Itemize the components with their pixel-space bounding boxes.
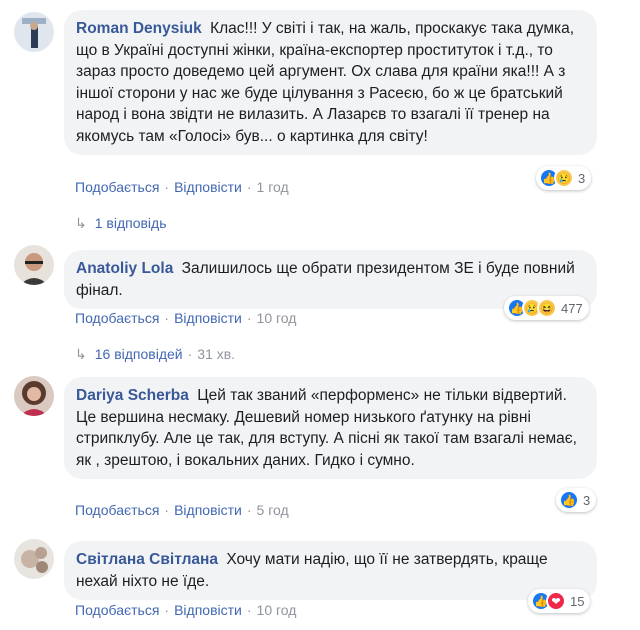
comment-bubble: Dariya Scherba Цей так званий «перформен… <box>64 377 597 479</box>
reaction-count: 15 <box>570 593 585 609</box>
comment-author[interactable]: Roman Denysiuk <box>76 20 202 37</box>
reply-link[interactable]: Відповісти <box>174 179 242 195</box>
comment-author[interactable]: Dariya Scherba <box>76 387 189 404</box>
reactions-badge[interactable]: 👍 😢 3 <box>536 166 592 190</box>
comment-bubble: Світлана Світлана Хочу мати надію, що її… <box>64 541 597 600</box>
view-replies-link[interactable]: ↳ 1 відповідь <box>75 215 167 232</box>
avatar[interactable] <box>14 245 54 285</box>
comment-time[interactable]: 1 год <box>257 179 289 195</box>
reply-link[interactable]: Відповісти <box>174 602 242 618</box>
reactions-badge[interactable]: 👍 ❤ 15 <box>528 589 591 613</box>
reactions-badge[interactable]: 👍 😢 😆 477 <box>504 296 589 320</box>
like-icon: 👍 <box>559 490 579 510</box>
view-replies-link[interactable]: ↳ 16 відповідей · 31 хв. <box>75 346 235 363</box>
like-link[interactable]: Подобається <box>75 602 159 618</box>
reply-link[interactable]: Відповісти <box>174 310 242 326</box>
reaction-count: 477 <box>561 300 583 316</box>
reply-link[interactable]: Відповісти <box>174 502 242 518</box>
comment-time[interactable]: 10 год <box>257 602 297 618</box>
love-icon: ❤ <box>546 591 566 611</box>
reaction-count: 3 <box>583 492 591 508</box>
like-link[interactable]: Подобається <box>75 310 159 326</box>
reply-arrow-icon: ↳ <box>75 346 87 362</box>
comment-author[interactable]: Anatoliy Lola <box>76 260 173 277</box>
reaction-count: 3 <box>578 170 586 186</box>
comment-bubble: Roman Denysiuk Клас!!! У світі і так, на… <box>64 10 597 155</box>
reply-arrow-icon: ↳ <box>75 215 87 231</box>
haha-icon: 😆 <box>537 298 557 318</box>
comment-time[interactable]: 5 год <box>257 502 289 518</box>
comment-actions: Подобається · Відповісти · 10 год <box>75 602 297 618</box>
avatar[interactable] <box>14 12 54 52</box>
avatar[interactable] <box>14 376 54 416</box>
avatar[interactable] <box>14 539 54 579</box>
comment-time[interactable]: 10 год <box>257 310 297 326</box>
sad-icon: 😢 <box>554 168 574 188</box>
comment-text: Клас!!! У світі і так, на жаль, проскаку… <box>76 20 575 145</box>
comment-actions: Подобається · Відповісти · 1 год <box>75 179 289 195</box>
like-link[interactable]: Подобається <box>75 179 159 195</box>
comment-actions: Подобається · Відповісти · 5 год <box>75 502 289 518</box>
comment-author[interactable]: Світлана Світлана <box>76 551 218 568</box>
like-link[interactable]: Подобається <box>75 502 159 518</box>
comment-actions: Подобається · Відповісти · 10 год <box>75 310 297 326</box>
reactions-badge[interactable]: 👍 3 <box>556 488 597 512</box>
